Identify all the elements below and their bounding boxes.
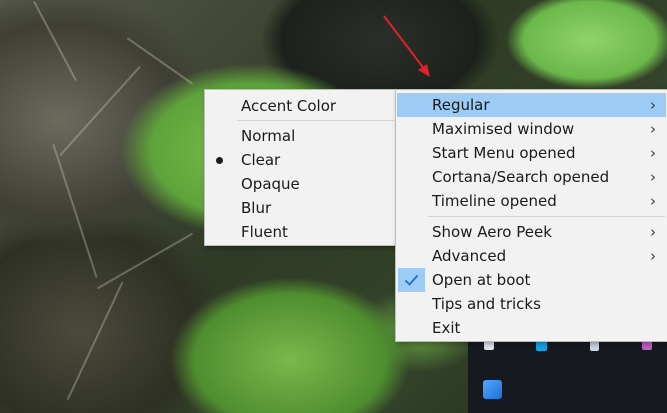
tray-icon[interactable] xyxy=(536,341,547,351)
bullet-dot-icon xyxy=(216,157,223,164)
accent-color-submenu: Accent Color Normal Clear Opaque Blur Fl… xyxy=(204,89,397,246)
menu-item-regular[interactable]: Regular › xyxy=(397,93,666,117)
menu-item-label: Tips and tricks xyxy=(432,295,541,313)
menu-item-start-menu-opened[interactable]: Start Menu opened › xyxy=(397,141,666,165)
menu-item-tips-and-tricks[interactable]: Tips and tricks xyxy=(397,292,666,316)
accent-option-opaque[interactable]: Opaque xyxy=(206,172,395,196)
chevron-right-icon: › xyxy=(650,192,656,210)
accent-option-label: Opaque xyxy=(241,175,300,193)
submenu-header: Accent Color xyxy=(206,94,395,118)
accent-option-blur[interactable]: Blur xyxy=(206,196,395,220)
menu-item-open-at-boot[interactable]: Open at boot xyxy=(397,268,666,292)
menu-item-maximised-window[interactable]: Maximised window › xyxy=(397,117,666,141)
menu-item-label: Open at boot xyxy=(432,271,531,289)
accent-option-label: Fluent xyxy=(241,223,288,241)
accent-option-clear[interactable]: Clear xyxy=(206,148,395,172)
accent-option-normal[interactable]: Normal xyxy=(206,124,395,148)
pinned-app-icon[interactable] xyxy=(483,380,502,399)
menu-item-advanced[interactable]: Advanced › xyxy=(397,244,666,268)
menu-item-label: Timeline opened xyxy=(432,192,557,210)
menu-item-exit[interactable]: Exit xyxy=(397,316,666,340)
accent-option-label: Blur xyxy=(241,199,272,217)
menu-item-label: Show Aero Peek xyxy=(432,223,552,241)
accent-option-label: Normal xyxy=(241,127,296,145)
menu-separator xyxy=(428,216,665,217)
menu-item-timeline-opened[interactable]: Timeline opened › xyxy=(397,189,666,213)
main-context-menu: Regular › Maximised window › Start Menu … xyxy=(395,89,667,342)
chevron-right-icon: › xyxy=(650,247,656,265)
menu-item-label: Cortana/Search opened xyxy=(432,168,610,186)
menu-separator xyxy=(237,120,394,121)
accent-option-label: Clear xyxy=(241,151,281,169)
checkmark-icon xyxy=(404,274,419,286)
menu-item-label: Advanced xyxy=(432,247,507,265)
menu-item-label: Maximised window xyxy=(432,120,575,138)
menu-item-label: Start Menu opened xyxy=(432,144,576,162)
chevron-right-icon: › xyxy=(650,144,656,162)
menu-item-label: Exit xyxy=(432,319,461,337)
menu-item-label: Regular xyxy=(432,96,490,114)
chevron-right-icon: › xyxy=(650,96,656,114)
menu-item-cortana-search-opened[interactable]: Cortana/Search opened › xyxy=(397,165,666,189)
chevron-right-icon: › xyxy=(650,168,656,186)
chevron-right-icon: › xyxy=(650,120,656,138)
submenu-header-label: Accent Color xyxy=(241,97,337,115)
taskbar-area xyxy=(468,340,667,413)
chevron-right-icon: › xyxy=(650,223,656,241)
menu-item-show-aero-peek[interactable]: Show Aero Peek › xyxy=(397,220,666,244)
accent-option-fluent[interactable]: Fluent xyxy=(206,220,395,244)
